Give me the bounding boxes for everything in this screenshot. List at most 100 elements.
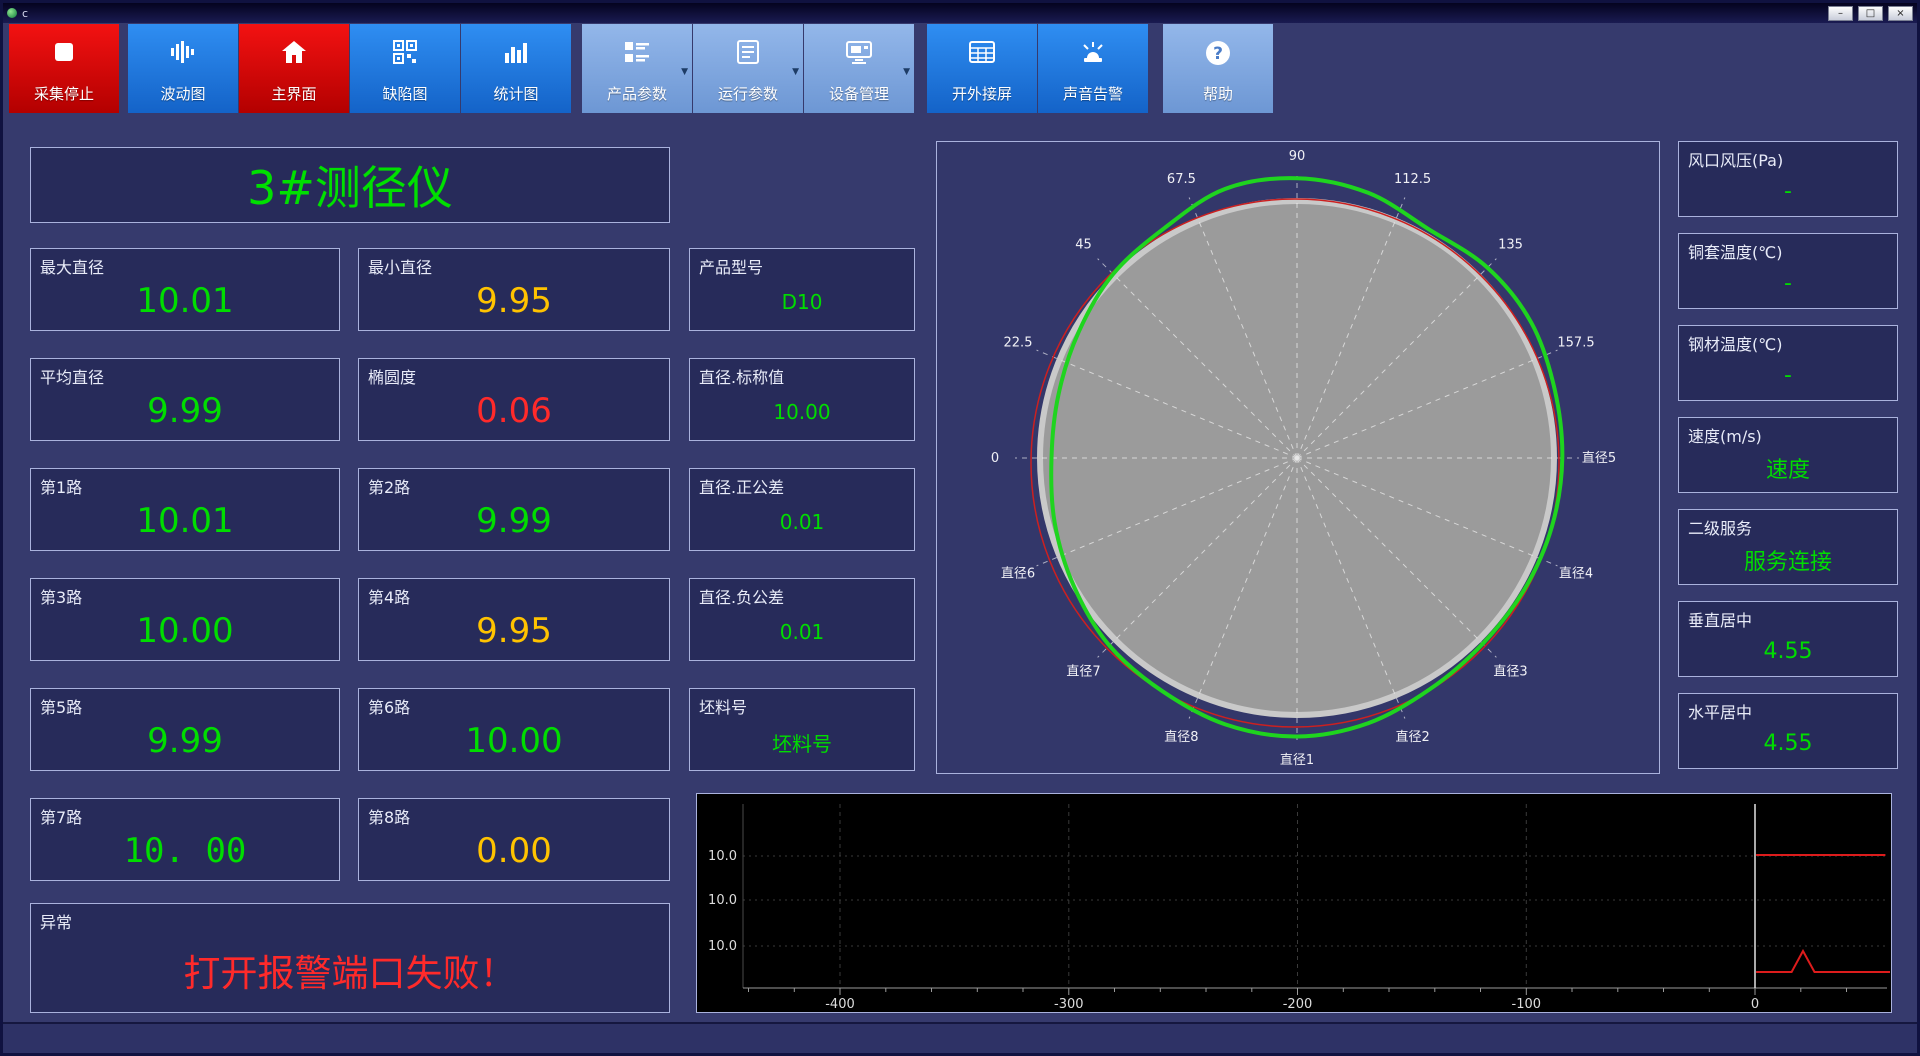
svg-text:157.5: 157.5 xyxy=(1557,335,1594,350)
panel-value: 9.99 xyxy=(147,721,223,761)
defect-grid-icon xyxy=(350,39,460,65)
toolbar-button-label: 帮助 xyxy=(1202,85,1233,103)
product-list-icon xyxy=(582,39,692,65)
svg-text:直径1: 直径1 xyxy=(1280,753,1314,768)
toolbar-button-main-screen[interactable]: 主界面 xyxy=(239,24,349,113)
window-icon xyxy=(7,8,17,18)
panel-secondary-service: 二级服务 服务连接 xyxy=(1678,509,1898,585)
panel-max-diameter: 最大直径 10.01 xyxy=(30,248,340,331)
panel-channel-2: 第2路 9.99 xyxy=(358,468,670,551)
svg-text:10.0: 10.0 xyxy=(708,849,737,864)
chevron-down-icon: ▼ xyxy=(792,67,799,77)
toolbar-button-defect-chart[interactable]: 缺陷图 xyxy=(350,24,460,113)
panel-channel-1: 第1路 10.01 xyxy=(30,468,340,551)
close-button[interactable]: × xyxy=(1888,5,1913,21)
toolbar-button-label: 主界面 xyxy=(271,85,317,103)
svg-text:直径4: 直径4 xyxy=(1559,567,1593,582)
minimize-button[interactable]: – xyxy=(1828,5,1853,21)
panel-sleeve-temperature: 铜套温度(℃) - xyxy=(1678,233,1898,309)
toolbar-button-run-params[interactable]: 运行参数 ▼ xyxy=(693,24,803,113)
toolbar-button-sound-alarm[interactable]: 声音告警 xyxy=(1038,24,1148,113)
toolbar-button-label: 采集停止 xyxy=(33,85,94,103)
panel-value: 0.01 xyxy=(779,620,825,644)
panel-channel-5: 第5路 9.99 xyxy=(30,688,340,771)
svg-text:-300: -300 xyxy=(1054,997,1084,1012)
panel-channel-8: 第8路 0.00 xyxy=(358,798,670,881)
panel-steel-temperature: 钢材温度(℃) - xyxy=(1678,325,1898,401)
toolbar-button-wave-chart[interactable]: 波动图 xyxy=(128,24,238,113)
panel-value: 10.00 xyxy=(465,721,563,761)
svg-text:67.5: 67.5 xyxy=(1167,172,1196,187)
maximize-button[interactable]: □ xyxy=(1858,5,1883,21)
panel-nominal-diameter: 直径.标称值 10.00 xyxy=(689,358,915,441)
svg-text:112.5: 112.5 xyxy=(1394,172,1431,187)
svg-text:22.5: 22.5 xyxy=(1004,335,1033,350)
toolbar-button-device-manage[interactable]: 设备管理 ▼ xyxy=(804,24,914,113)
panel-product-model: 产品型号 D10 xyxy=(689,248,915,331)
panel-avg-diameter: 平均直径 9.99 xyxy=(30,358,340,441)
panel-value: 0.06 xyxy=(476,391,552,431)
panel-speed: 速度(m/s) 速度 xyxy=(1678,417,1898,493)
cross-section-polar-chart: 0 22.5 45 67.5 90 112.5 135 157.5 直径5 直径4 直径3 直径2 直径… xyxy=(991,149,1616,768)
svg-text:0: 0 xyxy=(1751,997,1759,1012)
svg-text:135: 135 xyxy=(1498,238,1523,253)
panel-value: 4.55 xyxy=(1763,731,1813,756)
panel-value: D10 xyxy=(781,290,823,314)
svg-text:45: 45 xyxy=(1075,238,1092,253)
panel-air-pressure: 风口风压(Pa) - xyxy=(1678,141,1898,217)
panel-value: 4.55 xyxy=(1763,639,1813,664)
toolbar-button-external-screen[interactable]: 开外接屏 xyxy=(927,24,1037,113)
chevron-down-icon: ▼ xyxy=(903,67,910,77)
toolbar: 采集停止 波动图 主界面 缺陷图 统计图 产品参数 ▼ 运行参数 ▼ 设备管理 ▼ 开外接屏 声音告警?… xyxy=(3,23,1917,115)
svg-text:0: 0 xyxy=(991,451,999,466)
panel-alarm: 异常 打开报警端口失败！ xyxy=(30,903,670,1013)
panel-plus-tolerance: 直径.正公差 0.01 xyxy=(689,468,915,551)
panel-minus-tolerance: 直径.负公差 0.01 xyxy=(689,578,915,661)
panel-vertical-centering: 垂直居中 4.55 xyxy=(1678,601,1898,677)
svg-text:-200: -200 xyxy=(1283,997,1313,1012)
document-icon xyxy=(693,39,803,65)
toolbar-button-label: 声音告警 xyxy=(1062,85,1123,103)
panel-value: 速度 xyxy=(1765,457,1810,483)
panel-min-diameter: 最小直径 9.95 xyxy=(358,248,670,331)
toolbar-button-stop-collect[interactable]: 采集停止 xyxy=(9,24,119,113)
panel-value: - xyxy=(1784,271,1792,296)
panel-value: 10.00 xyxy=(136,611,234,651)
toolbar-button-label: 运行参数 xyxy=(717,85,778,103)
bar-chart-icon xyxy=(461,39,571,65)
toolbar-button-label: 统计图 xyxy=(493,85,539,103)
toolbar-button-label: 设备管理 xyxy=(828,85,889,103)
title-bar: c – □ × xyxy=(3,3,1917,23)
panel-value: 10. 00 xyxy=(123,831,247,871)
svg-text:直径7: 直径7 xyxy=(1066,665,1100,680)
stop-icon xyxy=(9,39,119,65)
panel-value: 坯料号 xyxy=(772,731,832,756)
svg-text:直径8: 直径8 xyxy=(1164,730,1198,745)
panel-value: 10.00 xyxy=(773,400,831,424)
siren-icon xyxy=(1038,39,1148,67)
svg-text:90: 90 xyxy=(1289,149,1306,164)
toolbar-button-help[interactable]: ? 帮助 xyxy=(1163,24,1273,113)
svg-text:直径5: 直径5 xyxy=(1582,451,1616,466)
toolbar-button-label: 开外接屏 xyxy=(951,85,1012,103)
toolbar-button-product-params[interactable]: 产品参数 ▼ xyxy=(582,24,692,113)
application-window: c – □ × 采集停止 波动图 主界面 缺陷图 统计图 产品参数 ▼ 运行参数 ▼ 设备管理 ▼ 开… xyxy=(0,0,1920,1056)
panel-channel-7: 第7路 10. 00 xyxy=(30,798,340,881)
svg-text:10.0: 10.0 xyxy=(708,939,737,954)
panel-value: 服务连接 xyxy=(1743,549,1832,575)
question-icon: ? xyxy=(1163,39,1273,67)
panel-channel-3: 第3路 10.00 xyxy=(30,578,340,661)
chevron-down-icon: ▼ xyxy=(681,67,688,77)
toolbar-button-stats-chart[interactable]: 统计图 xyxy=(461,24,571,113)
svg-text:直径2: 直径2 xyxy=(1395,730,1429,745)
diameter-trend-chart: 10.0 10.0 10.0 -400 -300 -200 -100 0 xyxy=(708,804,1890,1012)
panel-value: - xyxy=(1784,179,1792,204)
status-bar xyxy=(3,1022,1917,1053)
panel-value: 10.01 xyxy=(136,281,234,321)
panel-value: - xyxy=(1784,363,1792,388)
device-title-panel: 3#测径仪 xyxy=(30,147,670,223)
panel-value: 9.99 xyxy=(476,501,552,541)
panel-ovality: 椭圆度 0.06 xyxy=(358,358,670,441)
table-grid-icon xyxy=(927,39,1037,65)
svg-text:直径3: 直径3 xyxy=(1493,665,1527,680)
